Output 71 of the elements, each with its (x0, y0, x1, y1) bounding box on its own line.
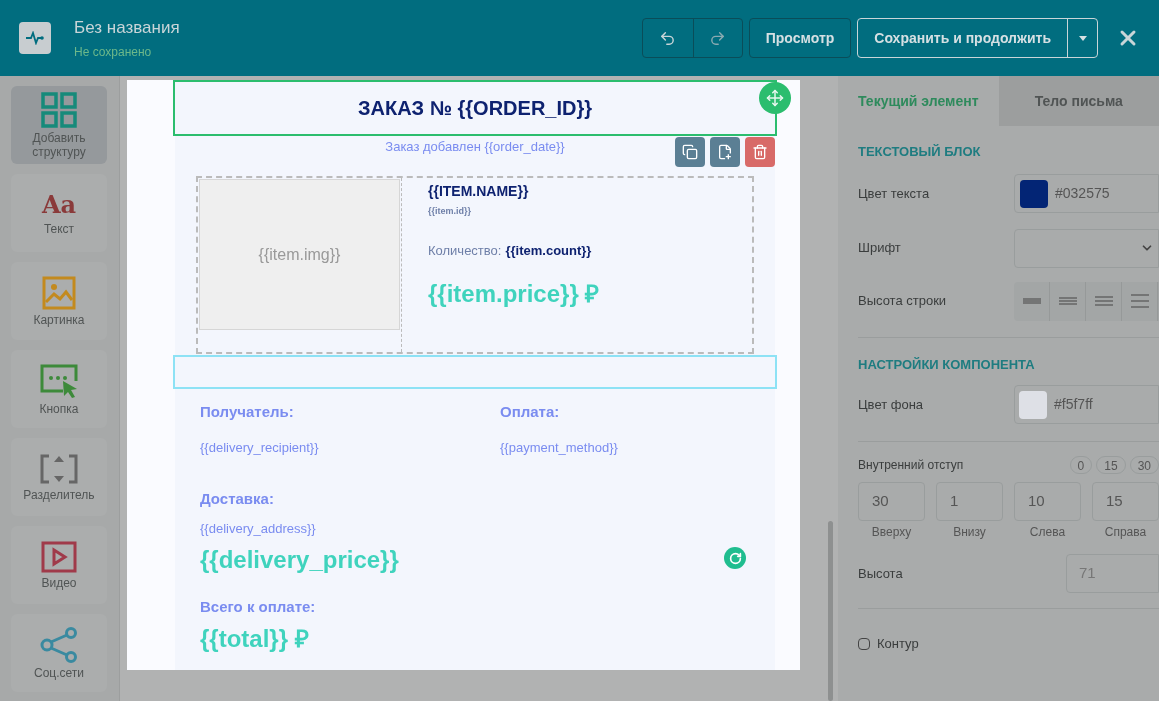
recipient-value: {{delivery_recipient}} (200, 438, 320, 457)
undo-icon (659, 29, 677, 47)
payment-label: Оплата: (500, 402, 561, 422)
redo-icon (709, 29, 727, 47)
item-price: {{item.price}} ₽ (428, 279, 601, 309)
padding-input[interactable]: 30 (858, 482, 925, 521)
refresh-icon (724, 547, 746, 569)
save-status: Не сохранено (74, 43, 153, 61)
padding-label: Справа (1104, 524, 1147, 541)
outline-checkbox[interactable] (858, 637, 870, 650)
font-icon: Aa (41, 190, 77, 219)
sidebar-item[interactable]: Видео (11, 526, 107, 604)
color-field[interactable]: #032575 (1014, 174, 1159, 213)
sidebar-item[interactable]: Добавить структуру (11, 86, 107, 164)
padding-input[interactable]: 10 (1014, 482, 1081, 521)
move-handle[interactable] (759, 82, 791, 114)
count-label: Количество: (428, 241, 502, 260)
color-field[interactable]: #f5f7ff (1014, 385, 1159, 424)
sidebar-item[interactable]: Aa Текст (11, 174, 107, 252)
sidebar-item[interactable]: Кнопка (11, 350, 107, 428)
item-name: {{ITEM.NAME}} (428, 182, 530, 201)
payment-value: {{payment_method}} (500, 438, 618, 457)
divider-icon (39, 452, 79, 485)
order-title: ЗАКАЗ № {{ORDER_ID}} (357, 96, 592, 121)
file-plus-icon (717, 144, 733, 160)
line-spacing-icon (1058, 294, 1077, 308)
recipient-label: Получатель: (200, 402, 295, 422)
padding-input[interactable]: 15 (1092, 482, 1159, 521)
move-icon (766, 89, 784, 107)
cursor-click-icon (39, 362, 79, 399)
section-heading: НАСТРОЙКИ КОМПОНЕНТА (858, 355, 1036, 374)
padding-label: Вверху (871, 524, 912, 541)
grid-icon (41, 91, 77, 128)
field-label: Цвет фона (858, 395, 925, 414)
sidebar-item[interactable]: Разделитель (11, 438, 107, 516)
padding-input[interactable]: 1 (936, 482, 1003, 521)
section-heading: ТЕКСТОВЫЙ БЛОК (858, 143, 982, 161)
sidebar-item[interactable]: Соц.сети (11, 614, 107, 692)
app-logo-icon (19, 22, 51, 54)
total-value: {{total}} ₽ (200, 623, 310, 654)
delivery-label: Доставка: (200, 489, 275, 509)
document-title: Без названия (74, 17, 180, 40)
copy-icon (682, 144, 698, 160)
delivery-address: {{delivery_address}} (200, 519, 317, 538)
field-label: Высота (858, 564, 904, 583)
delete-button[interactable] (745, 137, 775, 167)
share-icon (39, 626, 79, 663)
total-label: Всего к оплате: (200, 597, 317, 617)
caret-icon (1078, 35, 1087, 41)
field-label: Высота строки (858, 292, 948, 311)
panel-tab[interactable]: Тело письма (998, 76, 1159, 126)
line-spacing-icon (1094, 294, 1113, 308)
trash-icon (752, 144, 768, 160)
item-count: {{item.count}} (505, 241, 592, 260)
line-spacing-icon (1130, 294, 1149, 308)
field-label: Шрифт (858, 239, 902, 258)
padding-label: Слева (1029, 524, 1066, 541)
order-date: Заказ добавлен {{order_date}} (385, 138, 565, 156)
outline-label: Контур (877, 635, 919, 653)
field-label: Цвет текста (858, 184, 931, 203)
copy-button[interactable] (675, 137, 705, 167)
preview-button[interactable]: Просмотр (748, 18, 852, 58)
save-block-button[interactable] (710, 137, 740, 167)
delivery-price: {{delivery_price}} (200, 545, 399, 575)
sidebar-item[interactable]: Картинка (11, 262, 107, 340)
image-placeholder-text: {{item.img}} (258, 244, 341, 265)
padding-label: Внизу (953, 524, 986, 541)
image-icon (42, 275, 76, 310)
play-icon (41, 540, 77, 573)
item-id: {{item.id}} (428, 205, 472, 218)
field-label: Внутренний отступ (858, 457, 965, 474)
